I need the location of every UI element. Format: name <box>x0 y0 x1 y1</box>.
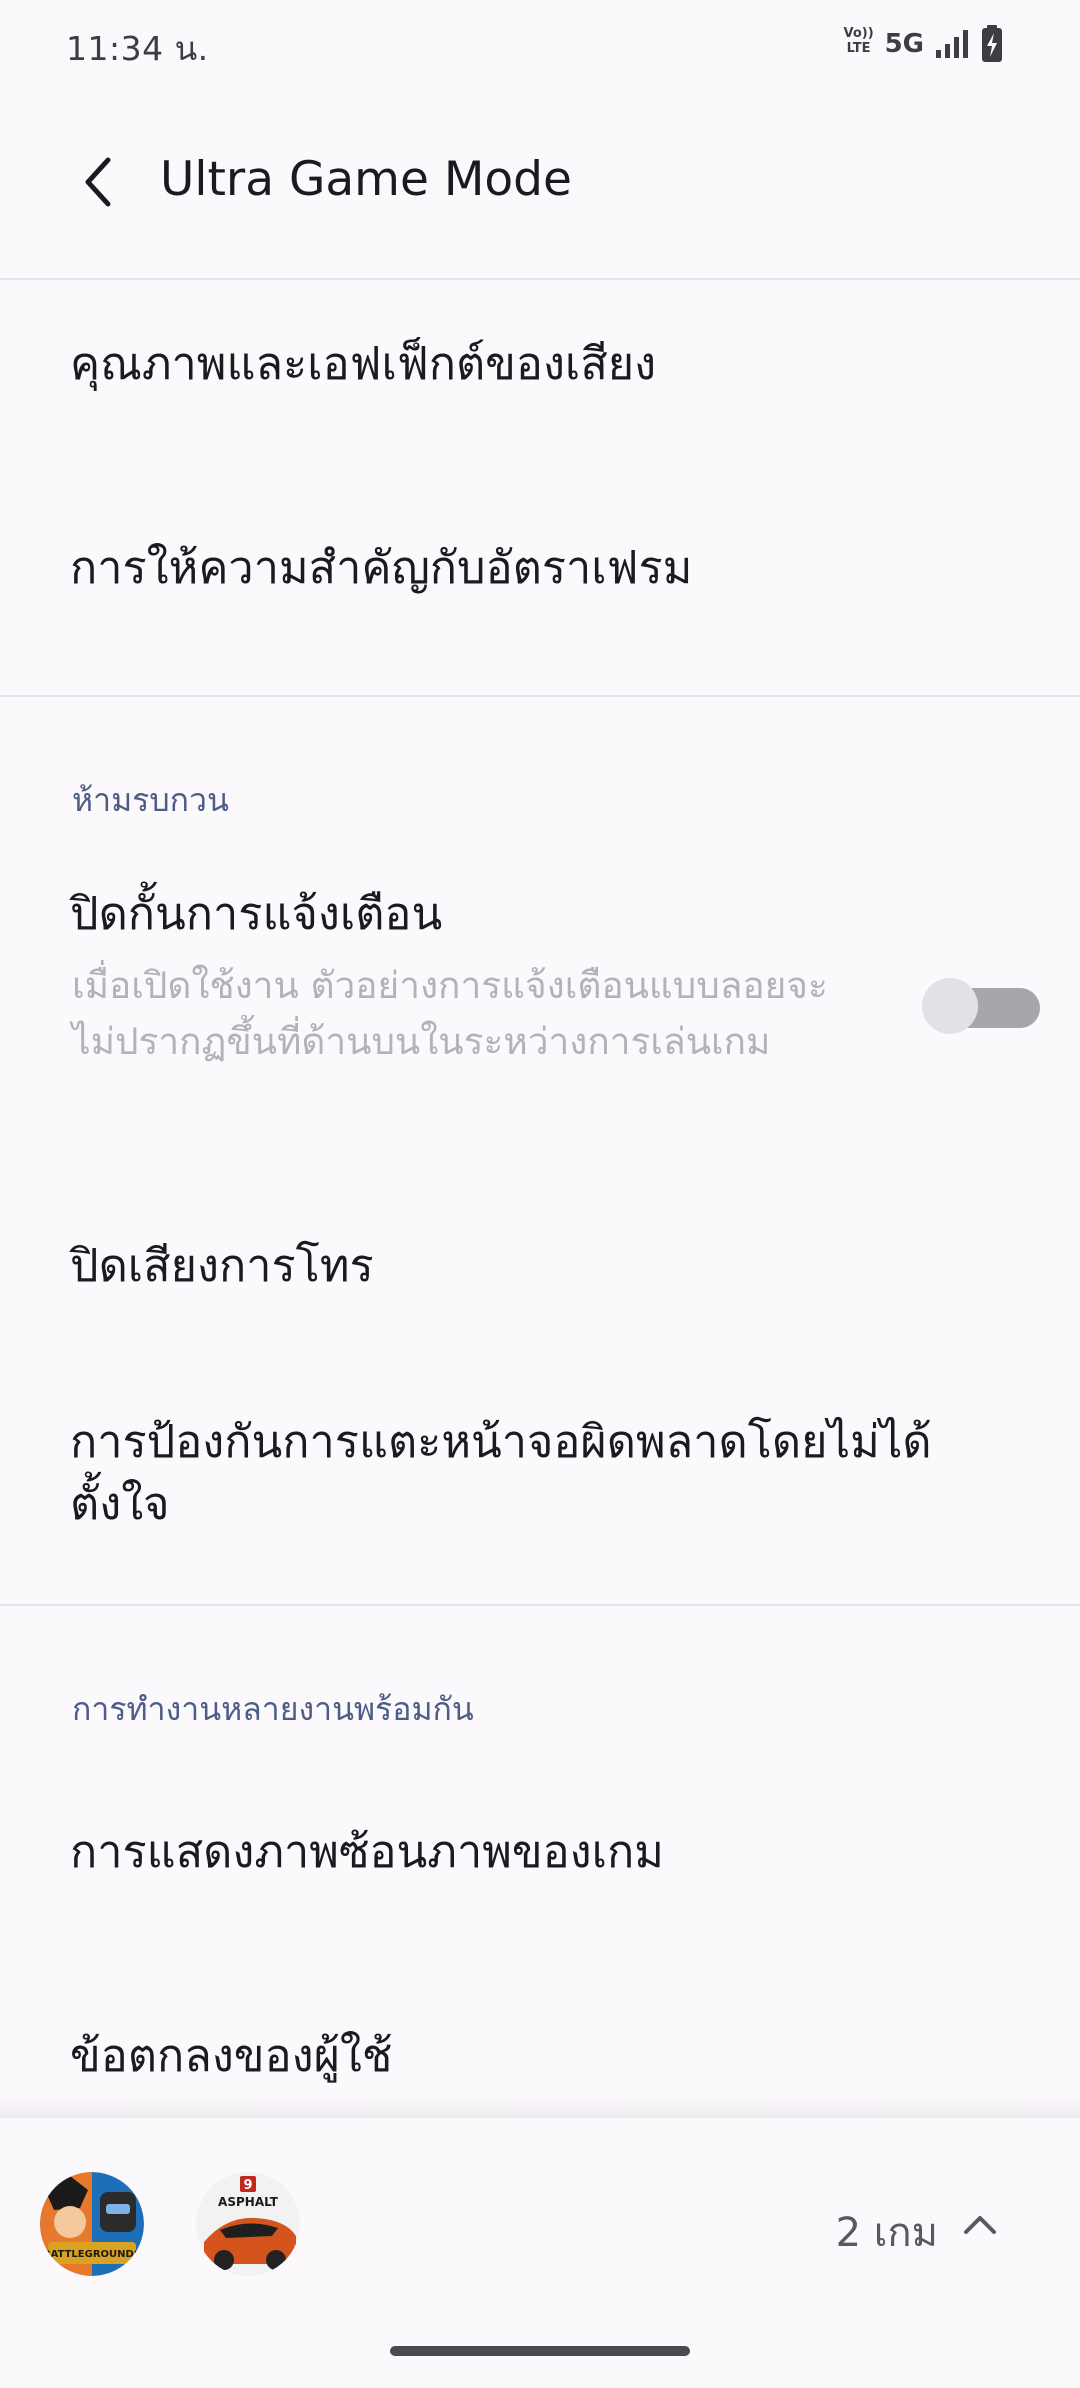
toggle-thumb <box>922 978 978 1034</box>
screen: 11:34 น. Vo)) LTE 5G Ultra Game Mode คุณ… <box>0 0 1080 2388</box>
app-bar: Ultra Game Mode <box>0 110 1080 260</box>
divider <box>0 278 1080 280</box>
accidental-touch-label-line2: ตั้งใจ <box>70 1477 170 1530</box>
games-count[interactable]: 2 เกม <box>836 2200 938 2264</box>
user-agreement-item[interactable]: ข้อตกลงของผู้ใช้ <box>70 2028 392 2084</box>
asphalt-label: ASPHALT <box>218 2195 279 2209</box>
chevron-up-icon[interactable] <box>960 2204 1000 2244</box>
battery-charging-icon <box>982 25 1002 62</box>
pubg-icon: BATTLEGROUNDS <box>40 2172 144 2276</box>
asphalt-icon: 9 ASPHALT <box>196 2172 300 2276</box>
asphalt-badge: 9 <box>243 2178 252 2193</box>
mute-calls-item[interactable]: ปิดเสียงการโทร <box>70 1238 374 1294</box>
back-arrow-icon <box>85 157 111 207</box>
bottom-bar-shadow <box>0 2096 1080 2120</box>
home-indicator[interactable] <box>390 2346 690 2356</box>
divider <box>0 1604 1080 1606</box>
page-title: Ultra Game Mode <box>160 152 572 207</box>
asphalt-game-icon[interactable]: 9 ASPHALT <box>196 2172 300 2276</box>
block-notifications-toggle[interactable] <box>922 978 1040 1034</box>
block-notifications-summary: เมื่อเปิดใช้งาน ตัวอย่างการแจ้งเตือนแบบล… <box>72 964 828 1063</box>
multitask-section-header: การทำงานหลายงานพร้อมกัน <box>72 1690 474 1728</box>
status-bar: 11:34 น. Vo)) LTE 5G <box>0 0 1080 90</box>
divider <box>0 695 1080 697</box>
dnd-section-header: ห้ามรบกวน <box>72 781 229 819</box>
back-button[interactable] <box>66 150 130 214</box>
volte-icon: Vo)) LTE <box>843 26 875 62</box>
volte-top-text: Vo)) <box>843 26 874 41</box>
status-time: 11:34 น. <box>66 29 209 68</box>
block-notifications-item[interactable]: ปิดกั้นการแจ้งเตือน <box>70 886 442 942</box>
pubg-game-icon[interactable]: BATTLEGROUNDS <box>40 2172 144 2276</box>
signal-icon <box>936 30 968 58</box>
pubg-label: BATTLEGROUNDS <box>43 2249 141 2260</box>
volte-bottom-text: LTE <box>846 41 871 56</box>
frame-rate-priority-item[interactable]: การให้ความสำคัญกับอัตราเฟรม <box>70 540 692 596</box>
sound-quality-item[interactable]: คุณภาพและเอฟเฟ็กต์ของเสียง <box>70 336 656 392</box>
accidental-touch-label-line1: การป้องกันการแตะหน้าจอผิดพลาดโดยไม่ได้ <box>70 1415 932 1468</box>
game-overlay-item[interactable]: การแสดงภาพซ้อนภาพของเกม <box>70 1824 664 1880</box>
network-type-label: 5G <box>884 29 924 59</box>
status-icons: Vo)) LTE 5G <box>843 24 1004 64</box>
